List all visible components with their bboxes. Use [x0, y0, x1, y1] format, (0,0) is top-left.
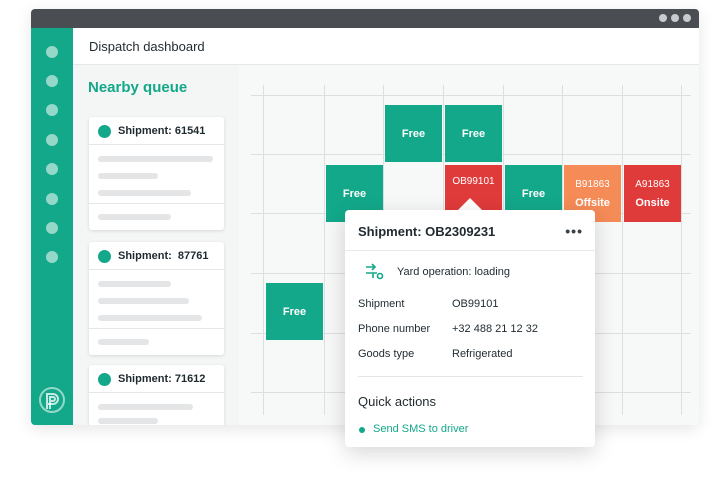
- placeholder-line: [98, 418, 158, 424]
- sidebar-nav-item-3[interactable]: [46, 104, 58, 116]
- card-divider: [89, 203, 224, 204]
- queue-title: Nearby queue: [88, 79, 188, 96]
- grid-line: [263, 85, 264, 415]
- queue-card[interactable]: Shipment: 71612: [89, 365, 224, 425]
- detail-value: Refrigerated: [452, 348, 513, 360]
- grid-line: [681, 85, 682, 415]
- card-divider: [89, 328, 224, 329]
- yard-cell-label: A91863: [635, 178, 670, 190]
- placeholder-line: [98, 173, 158, 179]
- detail-value: +32 488 21 12 32: [452, 323, 538, 335]
- sidebar-nav-item-4[interactable]: [46, 134, 58, 146]
- placeholder-line: [98, 298, 189, 304]
- yard-cell-label: Free: [521, 187, 546, 200]
- placeholder-line: [98, 315, 202, 321]
- status-dot-icon: [98, 373, 111, 386]
- yard-cell-label: OB99101: [452, 176, 495, 187]
- queue-card[interactable]: Shipment: 61541: [89, 117, 224, 230]
- queue-card-label: Shipment: 61541: [118, 125, 206, 137]
- app-logo-icon: [39, 387, 65, 413]
- yard-cell-sublabel: Onsite: [635, 196, 670, 209]
- yard-operation-text: Yard operation: loading: [397, 266, 510, 278]
- yard-cell-label: Free: [461, 127, 486, 140]
- yard-cell-label: Free: [282, 305, 307, 318]
- more-options-icon[interactable]: •••: [565, 223, 583, 239]
- placeholder-line: [98, 156, 213, 162]
- yard-cell[interactable]: A91863 Onsite: [624, 165, 681, 222]
- sidebar: [31, 28, 73, 425]
- detail-label: Phone number: [358, 323, 431, 335]
- placeholder-line: [98, 404, 193, 410]
- page-title: Dispatch dashboard: [89, 39, 205, 54]
- placeholder-line: [98, 190, 191, 196]
- bullet-icon: [359, 427, 365, 433]
- detail-value: OB99101: [452, 298, 499, 310]
- queue-card-header: Shipment: 61541: [89, 117, 224, 145]
- window-titlebar: [31, 9, 699, 28]
- queue-card[interactable]: Shipment: 87761: [89, 242, 224, 355]
- yard-cell[interactable]: Free: [385, 105, 442, 162]
- detail-label: Goods type: [358, 348, 415, 360]
- divider: [345, 250, 595, 251]
- top-header: Dispatch dashboard: [73, 28, 699, 65]
- sidebar-nav-item-7[interactable]: [46, 222, 58, 234]
- grid-line: [324, 85, 325, 415]
- quick-actions-title: Quick actions: [358, 394, 437, 409]
- grid-line: [251, 95, 691, 96]
- placeholder-line: [98, 281, 171, 287]
- queue-card-label: Shipment: 87761: [118, 250, 209, 262]
- grid-line: [622, 85, 623, 415]
- sidebar-nav-item-6[interactable]: [46, 193, 58, 205]
- yard-cell-label: Free: [401, 127, 426, 140]
- sidebar-nav-item-1[interactable]: [46, 46, 58, 58]
- yard-cell[interactable]: Free: [266, 283, 323, 340]
- yard-cell[interactable]: Free: [445, 105, 502, 162]
- status-dot-icon: [98, 250, 111, 263]
- queue-card-header: Shipment: 87761: [89, 242, 224, 270]
- yard-cell-sublabel: Offsite: [575, 196, 610, 209]
- detail-label: Shipment: [358, 298, 405, 310]
- status-dot-icon: [98, 125, 111, 138]
- divider: [358, 376, 583, 377]
- sidebar-nav-item-2[interactable]: [46, 75, 58, 87]
- sidebar-nav-item-8[interactable]: [46, 251, 58, 263]
- queue-card-label: Shipment: 71612: [118, 373, 206, 385]
- queue-card-header: Shipment: 71612: [89, 365, 224, 393]
- popup-title: Shipment: OB2309231: [358, 224, 496, 239]
- shipment-popup: Shipment: OB2309231 ••• Yard operation: …: [345, 210, 595, 447]
- yard-cell-label: B91863: [575, 178, 610, 190]
- nearby-queue-panel: Nearby queue Shipment: 61541 Shipment: 8…: [73, 65, 239, 425]
- yard-cell-label: Free: [342, 187, 367, 200]
- yard-operation-icon: [366, 263, 384, 280]
- send-sms-button[interactable]: Send SMS to driver: [373, 423, 468, 435]
- placeholder-line: [98, 214, 171, 220]
- sidebar-nav-item-5[interactable]: [46, 163, 58, 175]
- window-menu-dots-icon[interactable]: [659, 14, 691, 22]
- placeholder-line: [98, 339, 149, 345]
